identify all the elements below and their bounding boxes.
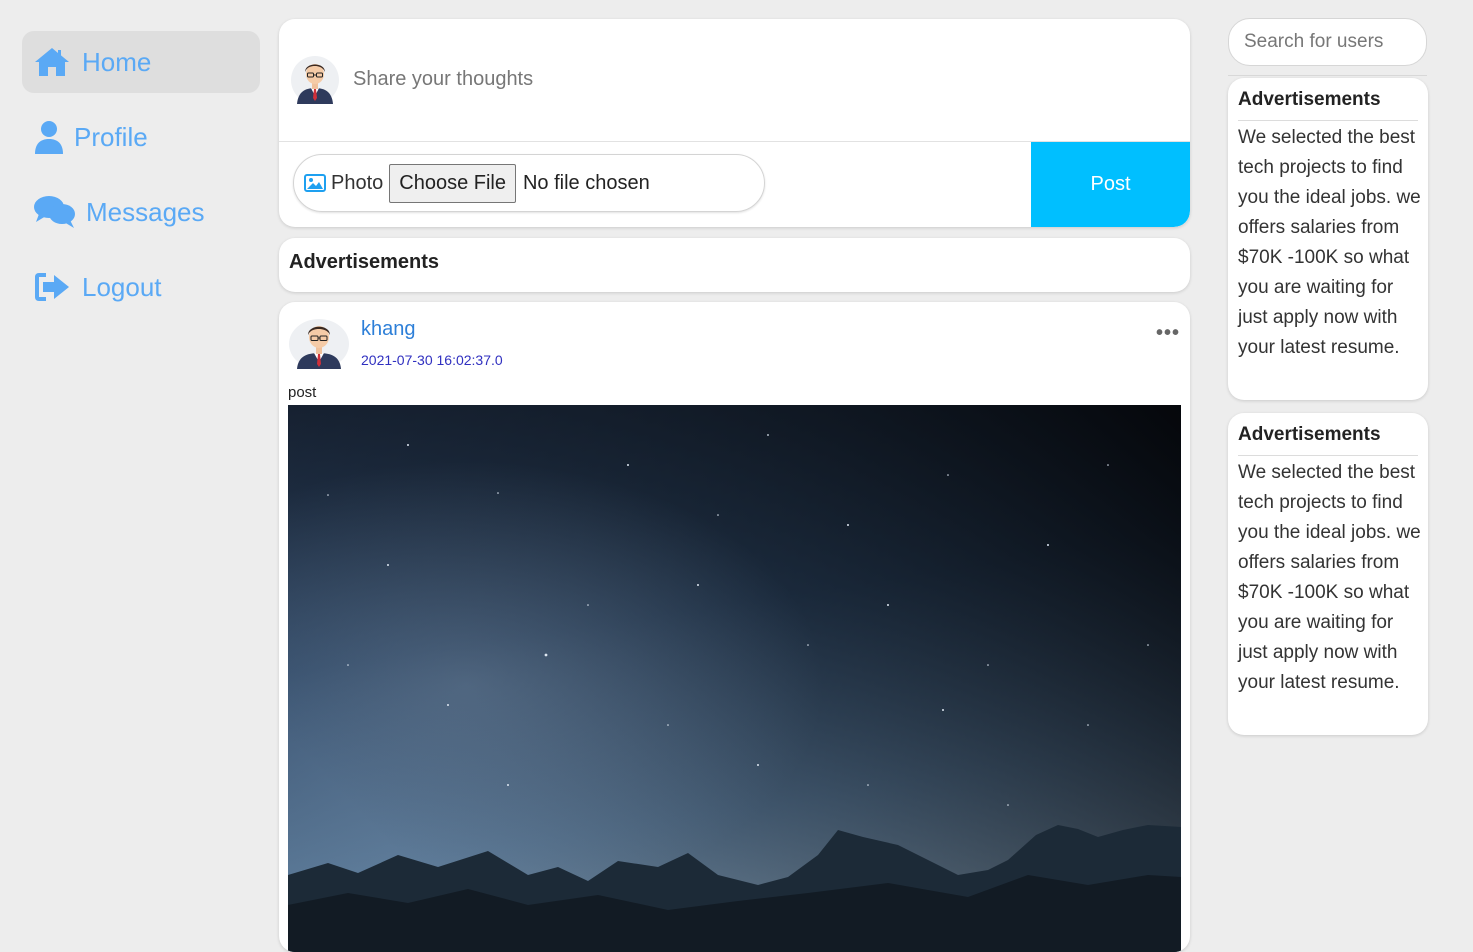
- advertisements-bar: Advertisements: [279, 238, 1190, 292]
- ad-body: We selected the best tech projects to fi…: [1238, 127, 1421, 358]
- sidebar-item-label: Logout: [82, 271, 162, 302]
- user-icon: [34, 120, 66, 154]
- image-icon: [304, 174, 326, 192]
- post-author[interactable]: khang: [361, 318, 416, 341]
- photo-upload-field[interactable]: Photo Choose File No file chosen: [293, 154, 765, 212]
- divider: [1238, 120, 1418, 121]
- ad-title: Advertisements: [1238, 89, 1381, 110]
- sidebar-item-logout[interactable]: Logout: [22, 256, 260, 318]
- avatar[interactable]: [289, 319, 349, 369]
- no-file-text: No file chosen: [522, 171, 650, 194]
- post-timestamp: 2021-07-30 16:02:37.0: [361, 352, 503, 368]
- logout-icon: [34, 270, 74, 304]
- post-composer: Photo Choose File No file chosen Post: [279, 19, 1190, 227]
- more-options-icon[interactable]: •••: [1156, 322, 1180, 345]
- sidebar-item-profile[interactable]: Profile: [22, 106, 260, 168]
- choose-file-button[interactable]: Choose File: [389, 163, 516, 203]
- thoughts-input[interactable]: [351, 67, 955, 92]
- post-text: post: [288, 384, 317, 401]
- user-search[interactable]: [1228, 18, 1427, 66]
- post-image: [288, 405, 1181, 952]
- home-icon: [34, 45, 74, 79]
- ad-body: We selected the best tech projects to fi…: [1238, 462, 1421, 693]
- sidebar-item-messages[interactable]: Messages: [22, 181, 260, 243]
- search-input[interactable]: [1229, 30, 1426, 54]
- photo-label: Photo: [331, 171, 384, 194]
- messages-icon: [34, 195, 78, 229]
- ad-title: Advertisements: [1238, 424, 1381, 445]
- sidebar-item-label: Home: [82, 46, 152, 77]
- advertisements-title: Advertisements: [289, 251, 440, 273]
- sidebar-item-label: Messages: [86, 196, 205, 227]
- post-button[interactable]: Post: [1031, 142, 1190, 227]
- post-card: khang 2021-07-30 16:02:37.0 ••• post: [279, 302, 1190, 952]
- ad-card: Advertisements We selected the best tech…: [1228, 78, 1428, 400]
- divider: [1228, 75, 1427, 76]
- sidebar-item-home[interactable]: Home: [22, 31, 260, 93]
- sidebar-item-label: Profile: [74, 121, 148, 152]
- avatar: [291, 56, 339, 104]
- sidebar: Home Profile Messages Logout: [22, 31, 260, 331]
- ad-card: Advertisements We selected the best tech…: [1228, 413, 1428, 735]
- divider: [1238, 455, 1418, 456]
